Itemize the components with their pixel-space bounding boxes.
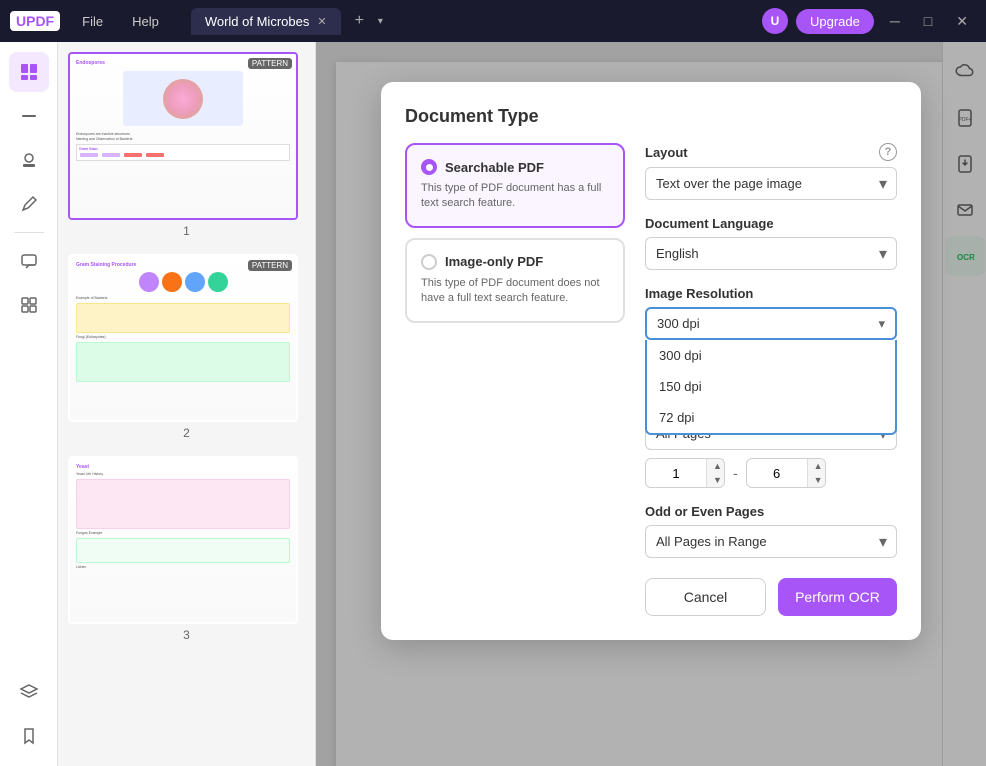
odd-even-label: Odd or Even Pages bbox=[645, 504, 897, 519]
thumbnail-3[interactable]: Yeast Yeast Life History Fungus Example … bbox=[68, 456, 305, 642]
layout-label: Layout ? bbox=[645, 143, 897, 161]
layout-select[interactable]: Text over the page image bbox=[645, 167, 897, 200]
page-to-input-wrapper: ▲ ▼ bbox=[746, 458, 826, 488]
language-label: Document Language bbox=[645, 216, 897, 231]
resolution-area: 300 dpi ▾ 300 dpi 150 dpi 72 dpi bbox=[645, 307, 897, 380]
page-to-up[interactable]: ▲ bbox=[808, 459, 826, 473]
dialog-right: Layout ? Text over the page image Docume… bbox=[645, 143, 897, 616]
dialog-left: Searchable PDF This type of PDF document… bbox=[405, 143, 625, 616]
resolution-option-72[interactable]: 72 dpi bbox=[647, 402, 895, 433]
searchable-pdf-radio bbox=[421, 159, 437, 175]
thumb-img-1[interactable]: Endospores Endospores are inactive struc… bbox=[68, 52, 298, 220]
page-range-row: ▲ ▼ - ▲ ▼ bbox=[645, 458, 897, 488]
updf-logo: UPDF bbox=[10, 11, 60, 31]
resolution-select-wrapper: 300 dpi ▾ 300 dpi 150 dpi 72 dpi bbox=[645, 307, 897, 340]
odd-even-select-wrapper: All Pages in Range bbox=[645, 525, 897, 558]
thumb-badge-2: PATTERN bbox=[248, 260, 292, 271]
page-from-input-wrapper: ▲ ▼ bbox=[645, 458, 725, 488]
file-menu[interactable]: File bbox=[70, 10, 115, 33]
tab-title: World of Microbes bbox=[205, 14, 310, 29]
minimize-button[interactable]: ─ bbox=[882, 9, 908, 33]
sidebar-icon-grid[interactable] bbox=[9, 285, 49, 325]
maximize-button[interactable]: □ bbox=[916, 9, 940, 33]
add-tab-button[interactable]: + bbox=[347, 8, 372, 34]
layout-help-icon[interactable]: ? bbox=[879, 143, 897, 161]
thumbnail-1[interactable]: Endospores Endospores are inactive struc… bbox=[68, 52, 305, 238]
sidebar-icon-pages[interactable] bbox=[9, 52, 49, 92]
page-from-up[interactable]: ▲ bbox=[707, 459, 725, 473]
resolution-label: Image Resolution bbox=[645, 286, 897, 301]
thumbnail-panel: Endospores Endospores are inactive struc… bbox=[58, 42, 316, 766]
upgrade-button[interactable]: Upgrade bbox=[796, 9, 874, 34]
searchable-pdf-desc: This type of PDF document has a full tex… bbox=[421, 181, 609, 212]
dialog-inner: Searchable PDF This type of PDF document… bbox=[405, 143, 897, 616]
thumb-img-2[interactable]: Gram Staining Procedure Example of Bacte… bbox=[68, 254, 298, 422]
help-menu[interactable]: Help bbox=[120, 10, 171, 33]
thumbnail-2[interactable]: Gram Staining Procedure Example of Bacte… bbox=[68, 254, 305, 440]
resolution-option-150[interactable]: 150 dpi bbox=[647, 371, 895, 402]
sidebar-icons bbox=[0, 42, 58, 766]
page-to-down[interactable]: ▼ bbox=[808, 473, 826, 487]
sidebar-icon-layers[interactable] bbox=[9, 672, 49, 712]
page-from-down[interactable]: ▼ bbox=[707, 473, 725, 487]
resolution-section: Image Resolution 300 dpi ▾ 300 dpi bbox=[645, 286, 897, 380]
thumb-content-3: Yeast Yeast Life History Fungus Example … bbox=[70, 458, 296, 622]
perform-ocr-button[interactable]: Perform OCR bbox=[778, 578, 897, 616]
image-only-pdf-option[interactable]: Image-only PDF This type of PDF document… bbox=[405, 238, 625, 323]
tab-close-button[interactable]: ✕ bbox=[317, 15, 326, 28]
page-to-spinner: ▲ ▼ bbox=[807, 459, 826, 487]
close-button[interactable]: ✕ bbox=[948, 9, 976, 34]
searchable-pdf-option[interactable]: Searchable PDF This type of PDF document… bbox=[405, 143, 625, 228]
odd-even-select[interactable]: All Pages in Range bbox=[645, 525, 897, 558]
searchable-pdf-header: Searchable PDF bbox=[421, 159, 609, 175]
main-layout: Endospores Endospores are inactive struc… bbox=[0, 42, 986, 766]
dialog: Document Type Searchable PDF This type o… bbox=[381, 82, 921, 640]
language-select[interactable]: English bbox=[645, 237, 897, 270]
thumb-img-3[interactable]: Yeast Yeast Life History Fungus Example … bbox=[68, 456, 298, 624]
sidebar-divider-1 bbox=[14, 232, 44, 233]
language-select-wrapper: English bbox=[645, 237, 897, 270]
layout-section: Layout ? Text over the page image bbox=[645, 143, 897, 200]
page-to-input[interactable] bbox=[747, 460, 807, 487]
sidebar-icon-bookmark[interactable] bbox=[9, 716, 49, 756]
thumb-content-2: Gram Staining Procedure Example of Bacte… bbox=[70, 256, 296, 420]
layout-select-wrapper: Text over the page image bbox=[645, 167, 897, 200]
dialog-title: Document Type bbox=[405, 106, 897, 127]
thumb-badge-1: PATTERN bbox=[248, 58, 292, 69]
resolution-dropdown: 300 dpi 150 dpi 72 dpi bbox=[645, 340, 897, 435]
tab-area: World of Microbes ✕ + ▾ bbox=[191, 8, 752, 35]
content-area: Chapter Endospores Endos construct that … bbox=[316, 42, 986, 766]
tabs-dropdown-icon[interactable]: ▾ bbox=[378, 16, 383, 27]
image-only-pdf-radio bbox=[421, 254, 437, 270]
dialog-overlay: Document Type Searchable PDF This type o… bbox=[316, 42, 986, 766]
odd-even-section: Odd or Even Pages All Pages in Range bbox=[645, 504, 897, 558]
menu-bar: File Help bbox=[70, 10, 171, 33]
sidebar-icon-edit[interactable] bbox=[9, 184, 49, 224]
resolution-option-300[interactable]: 300 dpi bbox=[647, 340, 895, 371]
resolution-selected-value[interactable]: 300 dpi ▾ bbox=[645, 307, 897, 340]
radio-dot bbox=[426, 164, 433, 171]
title-bar: UPDF File Help World of Microbes ✕ + ▾ U… bbox=[0, 0, 986, 42]
image-only-pdf-header: Image-only PDF bbox=[421, 254, 609, 270]
thumb-label-1: 1 bbox=[68, 224, 305, 238]
active-tab[interactable]: World of Microbes ✕ bbox=[191, 8, 341, 35]
language-section: Document Language English bbox=[645, 216, 897, 270]
title-bar-right: U Upgrade ─ □ ✕ bbox=[762, 8, 976, 34]
avatar: U bbox=[762, 8, 788, 34]
searchable-pdf-label: Searchable PDF bbox=[445, 160, 544, 175]
resolution-dropdown-arrow: ▾ bbox=[878, 316, 885, 332]
image-only-pdf-desc: This type of PDF document does not have … bbox=[421, 276, 609, 307]
sidebar-icon-stamp[interactable] bbox=[9, 140, 49, 180]
page-range-dash: - bbox=[733, 465, 738, 481]
page-from-spinner: ▲ ▼ bbox=[706, 459, 725, 487]
cancel-button[interactable]: Cancel bbox=[645, 578, 766, 616]
sidebar-icon-minus[interactable] bbox=[9, 96, 49, 136]
image-only-pdf-label: Image-only PDF bbox=[445, 254, 543, 269]
thumb-label-2: 2 bbox=[68, 426, 305, 440]
dialog-actions: Cancel Perform OCR bbox=[645, 578, 897, 616]
thumb-content-1: Endospores Endospores are inactive struc… bbox=[70, 54, 296, 218]
sidebar-icon-comment[interactable] bbox=[9, 241, 49, 281]
thumb-label-3: 3 bbox=[68, 628, 305, 642]
page-from-input[interactable] bbox=[646, 460, 706, 487]
